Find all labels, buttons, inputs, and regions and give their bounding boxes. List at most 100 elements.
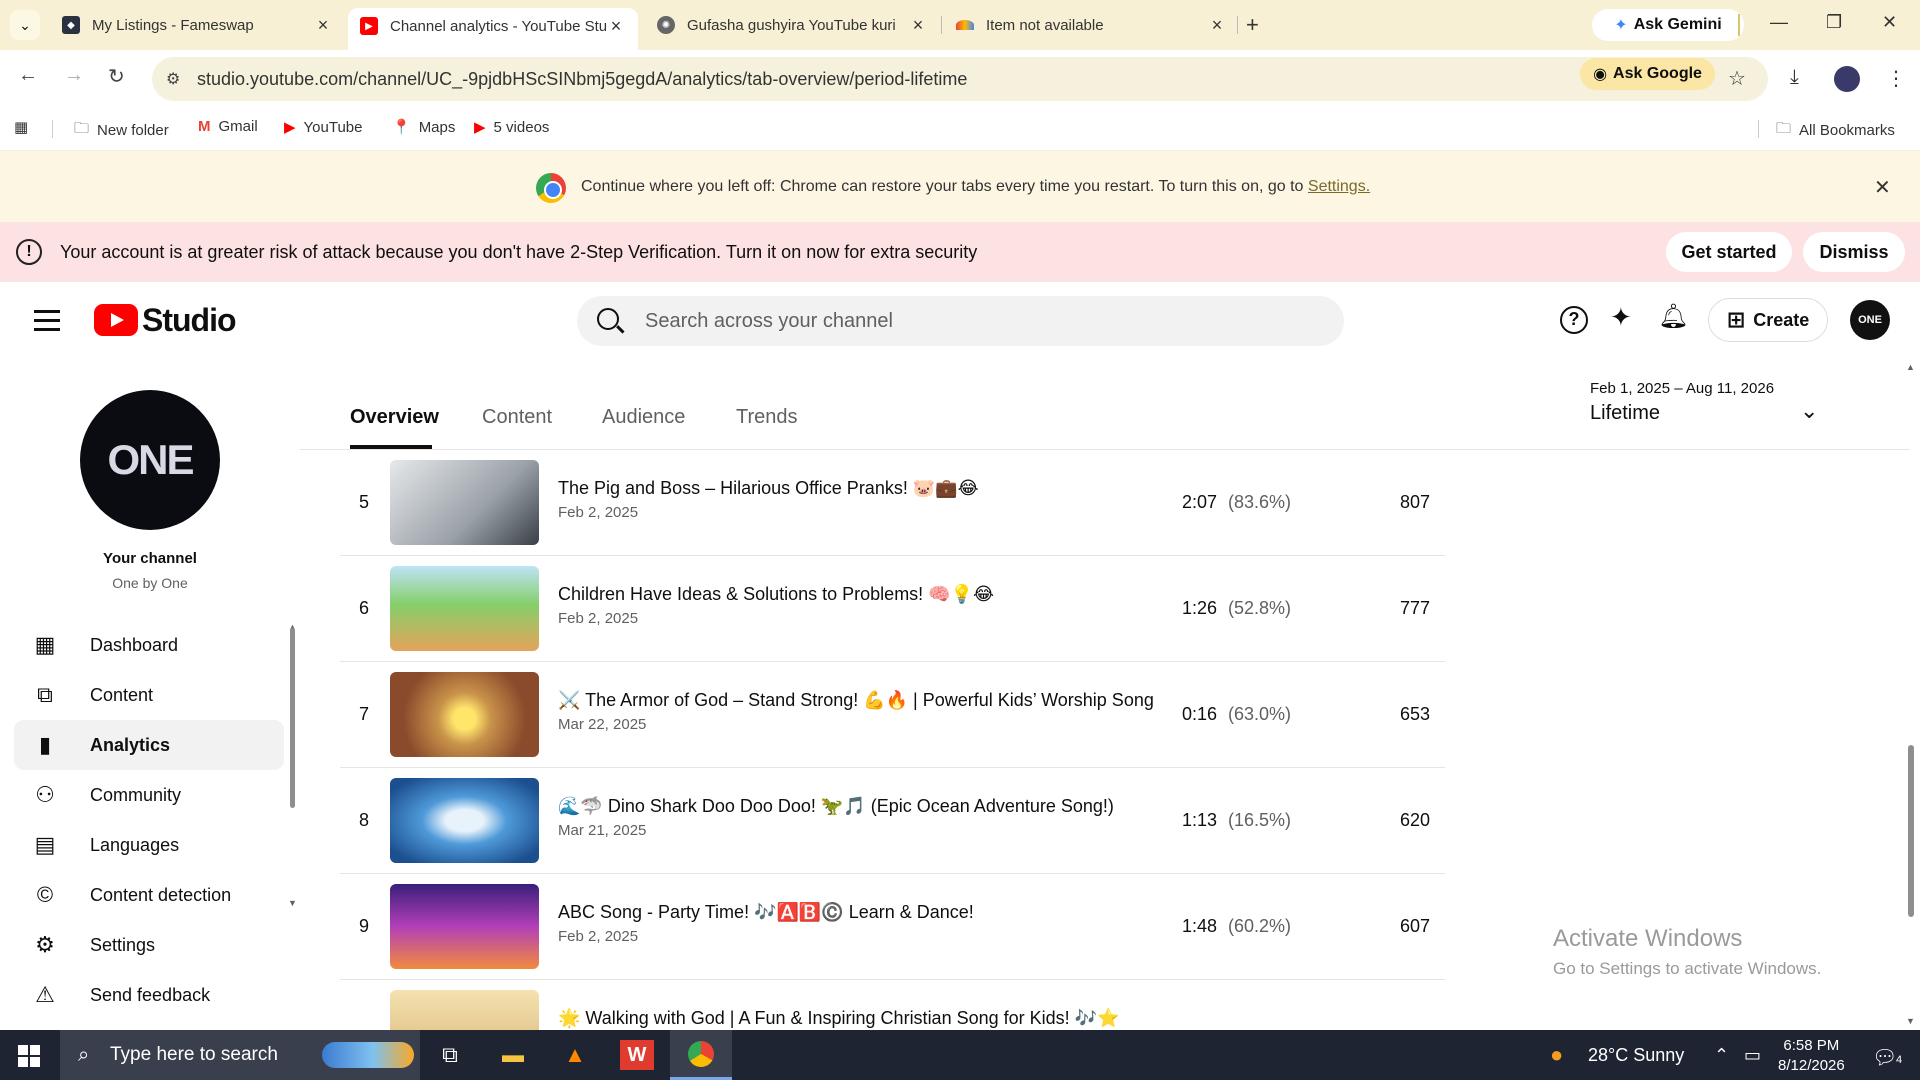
table-row[interactable]: 5 The Pig and Boss – Hilarious Office Pr… (340, 450, 1445, 556)
vlc-icon[interactable]: ▲ (558, 1040, 592, 1070)
sidebar-scrollbar[interactable] (290, 628, 295, 808)
table-row[interactable]: 🌟 Walking with God | A Fun & Inspiring C… (340, 980, 1445, 1030)
hamburger-menu-icon[interactable] (34, 310, 60, 337)
close-tab-icon[interactable]: × (313, 15, 333, 36)
video-thumbnail[interactable] (390, 884, 539, 969)
sidebar-item-content-detection[interactable]: © Content detection (14, 870, 284, 920)
all-bookmarks[interactable]: 🗀 All Bookmarks (1776, 118, 1895, 143)
address-bar[interactable]: ⚙ studio.youtube.com/channel/UC_-9pjdbHS… (152, 57, 1768, 101)
video-thumbnail[interactable] (390, 672, 539, 757)
sidebar-item-analytics[interactable]: ▮ Analytics (14, 720, 284, 770)
close-tab-icon[interactable]: × (606, 16, 626, 37)
video-title[interactable]: ⚔️ The Armor of God – Stand Strong! 💪🔥 |… (558, 690, 1154, 711)
bookmark-5-videos[interactable]: ▶ 5 videos (474, 118, 549, 137)
video-thumbnail[interactable] (390, 566, 539, 651)
video-thumbnail[interactable] (390, 460, 539, 545)
sidebar-item-content[interactable]: ⧉ Content (14, 670, 284, 720)
taskbar-search[interactable]: ⌕ Type here to search (60, 1030, 420, 1080)
network-icon[interactable]: ▭ (1744, 1045, 1761, 1066)
account-avatar[interactable]: ONE (1850, 300, 1890, 340)
notifications-icon[interactable]: 💬︎ (1872, 1045, 1897, 1070)
tab-audience[interactable]: Audience (602, 406, 685, 429)
download-icon[interactable]: ⤓ (1790, 66, 1799, 89)
chrome-taskbar-icon[interactable] (670, 1030, 732, 1080)
tab-overview[interactable]: Overview (350, 406, 439, 429)
ask-google-button[interactable]: ◉ Ask Google (1580, 58, 1715, 90)
reload-icon[interactable]: ↻ (108, 64, 125, 89)
sidebar-item-send-feedback[interactable]: ⚠ Send feedback (14, 970, 284, 1020)
forward-arrow-icon[interactable]: → (64, 64, 84, 87)
bell-icon[interactable]: 🔔︎ (1658, 302, 1688, 331)
url-text[interactable]: studio.youtube.com/channel/UC_-9pjdbHScS… (197, 69, 967, 90)
weather-text[interactable]: 28°C Sunny (1588, 1045, 1684, 1066)
search-input[interactable] (645, 296, 1325, 346)
scroll-down-arrow-icon[interactable]: ▼ (288, 898, 297, 908)
sidebar-item-languages[interactable]: ▤ Languages (14, 820, 284, 870)
table-row[interactable]: 6 Children Have Ideas & Solutions to Pro… (340, 556, 1445, 662)
system-clock[interactable]: 6:58 PM 8/12/2026 (1778, 1036, 1845, 1076)
table-row[interactable]: 8 🌊🦈 Dino Shark Doo Doo Doo! 🦖🎵 (Epic Oc… (340, 768, 1445, 874)
ask-gemini-button[interactable]: ✦ Ask Gemini (1592, 9, 1744, 41)
video-title[interactable]: ABC Song - Party Time! 🎶🅰️🅱️©️ Learn & D… (558, 902, 974, 923)
bookmark-gmail[interactable]: M Gmail (198, 118, 258, 135)
get-started-button[interactable]: Get started (1666, 232, 1792, 272)
sidebar-item-dashboard[interactable]: ▦ Dashboard (14, 620, 284, 670)
weather-icon[interactable]: ● (1550, 1042, 1563, 1068)
bookmark-youtube[interactable]: ▶ YouTube (284, 118, 363, 137)
video-title[interactable]: The Pig and Boss – Hilarious Office Pran… (558, 478, 979, 499)
settings-link[interactable]: Settings. (1308, 178, 1370, 195)
sidebar-item-community[interactable]: ⚇ Community (14, 770, 284, 820)
tab-item-not-available[interactable]: Item not available × (944, 8, 1239, 42)
minimize-icon[interactable]: — (1770, 12, 1788, 33)
studio-logo-text[interactable]: Studio (142, 302, 237, 339)
period-select-value[interactable]: Lifetime (1590, 402, 1660, 425)
site-info-icon[interactable]: ⚙ (166, 69, 180, 89)
tab-content[interactable]: Content (482, 406, 552, 429)
dismiss-button[interactable]: Dismiss (1803, 232, 1905, 272)
table-row[interactable]: 9 ABC Song - Party Time! 🎶🅰️🅱️©️ Learn &… (340, 874, 1445, 980)
bookmark-star-icon[interactable]: ☆ (1728, 66, 1746, 91)
bookmark-maps[interactable]: 📍 Maps (392, 118, 455, 137)
kebab-menu-icon[interactable]: ⋮ (1886, 66, 1906, 91)
bookmark-new-folder[interactable]: 🗀 New folder (74, 118, 169, 143)
video-thumbnail[interactable] (390, 990, 539, 1030)
tab-channel-analytics[interactable]: ▶ Channel analytics - YouTube Studio × (348, 8, 638, 50)
new-tab-plus-icon[interactable]: + (1246, 12, 1259, 38)
scroll-up-arrow-icon[interactable]: ▲ (1906, 362, 1915, 372)
tab-my-listings[interactable]: ◆ My Listings - Fameswap × (50, 8, 345, 42)
chevron-up-icon[interactable]: ⌃ (1714, 1045, 1729, 1066)
tab-trends[interactable]: Trends (736, 406, 798, 429)
chevron-down-icon[interactable]: ⌄ (1800, 398, 1818, 424)
scroll-down-arrow-icon[interactable]: ▼ (1906, 1016, 1915, 1026)
wps-office-icon[interactable]: W (620, 1040, 654, 1070)
close-tab-icon[interactable]: × (1207, 15, 1227, 36)
tab-gufasha[interactable]: ✺ Gufasha gushyira YouTube kuri × (645, 8, 940, 42)
date-range-label[interactable]: Feb 1, 2025 – Aug 11, 2026 (1590, 380, 1774, 397)
close-window-icon[interactable]: ✕ (1882, 12, 1897, 33)
video-thumbnail[interactable] (390, 778, 539, 863)
folder-icon: 🗀 (74, 120, 90, 137)
channel-search[interactable] (577, 296, 1344, 346)
close-tab-icon[interactable]: × (908, 15, 928, 36)
close-infobar-icon[interactable]: ✕ (1874, 175, 1891, 200)
table-row[interactable]: 7 ⚔️ The Armor of God – Stand Strong! 💪🔥… (340, 662, 1445, 768)
video-title[interactable]: 🌊🦈 Dino Shark Doo Doo Doo! 🦖🎵 (Epic Ocea… (558, 796, 1114, 817)
page-scrollbar[interactable] (1908, 745, 1914, 917)
file-explorer-icon[interactable]: ▬ (496, 1040, 530, 1070)
video-title[interactable]: 🌟 Walking with God | A Fun & Inspiring C… (558, 1008, 1119, 1029)
profile-avatar[interactable] (1834, 66, 1860, 92)
back-arrow-icon[interactable]: ← (18, 64, 38, 87)
restore-window-icon[interactable]: ❐ (1826, 12, 1842, 33)
channel-avatar[interactable]: ONE (80, 390, 220, 530)
help-icon[interactable]: ? (1560, 306, 1588, 334)
video-title[interactable]: Children Have Ideas & Solutions to Probl… (558, 584, 994, 605)
channel-avatar-text: ONE (107, 436, 194, 483)
create-button[interactable]: ⊞ Create (1708, 298, 1828, 342)
task-view-icon[interactable]: ⧉ (433, 1040, 467, 1070)
windows-start-icon[interactable] (18, 1045, 40, 1067)
tab-search-chevron-icon[interactable]: ⌄ (10, 10, 40, 40)
youtube-logo-icon[interactable] (94, 304, 138, 336)
sidebar-item-settings[interactable]: ⚙ Settings (14, 920, 284, 970)
apps-grid-icon[interactable]: ▦ (14, 118, 28, 136)
sparkle-icon[interactable]: ✦ (1610, 302, 1632, 333)
